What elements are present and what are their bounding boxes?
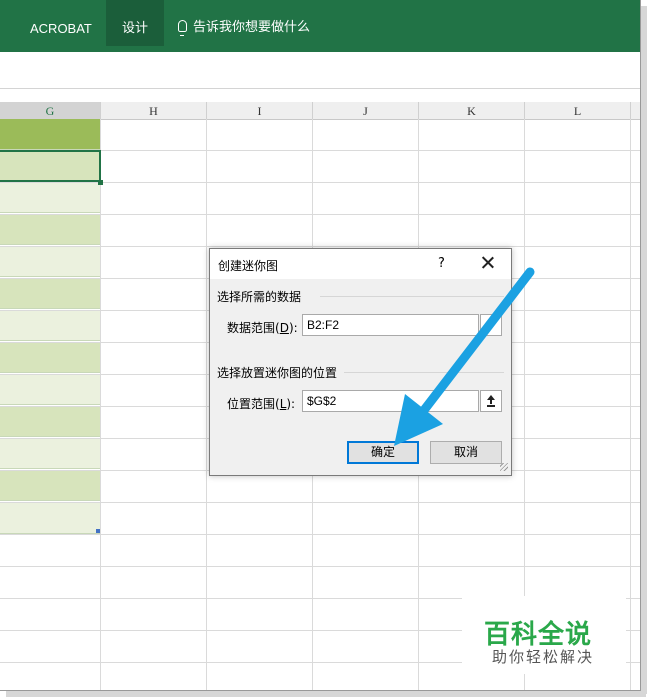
grid-line (0, 534, 640, 535)
cell-g3[interactable] (0, 182, 100, 213)
resize-grip-icon[interactable] (500, 463, 508, 471)
lightbulb-icon (178, 19, 187, 36)
grid-line (0, 214, 640, 215)
cell-g7[interactable] (0, 310, 100, 341)
active-cell-g2[interactable] (0, 150, 101, 182)
location-range-label: 位置范围(L): (227, 397, 296, 411)
excel-window: ACROBAT 设计 告诉我你想要做什么 G H I J K L 创建迷你图 ?… (0, 0, 641, 691)
section-divider (344, 372, 504, 373)
cell-g1[interactable] (0, 119, 100, 150)
tab-design[interactable]: 设计 (106, 0, 164, 46)
tell-me-search[interactable]: 告诉我你想要做什么 (178, 16, 311, 36)
data-range-collapse-button[interactable] (480, 314, 502, 336)
grid-line (630, 119, 631, 690)
grid-line (0, 182, 640, 183)
column-header-l[interactable]: L (525, 102, 631, 119)
tell-me-text: 告诉我你想要做什么 (193, 20, 311, 35)
cell-g9[interactable] (0, 374, 100, 405)
section-label-data: 选择所需的数据 (217, 290, 302, 304)
grid-line (0, 502, 640, 503)
column-header-k[interactable]: K (419, 102, 525, 119)
collapse-arrow-icon (487, 319, 495, 324)
section-divider (320, 296, 504, 297)
column-header-j[interactable]: J (313, 102, 419, 119)
location-range-input[interactable]: $G$2 (302, 390, 479, 412)
location-range-collapse-button[interactable] (480, 390, 502, 412)
close-icon[interactable] (478, 253, 498, 273)
ribbon-bar: ACROBAT 设计 告诉我你想要做什么 (0, 0, 640, 52)
grid-line (206, 119, 207, 690)
column-headers: G H I J K L (0, 102, 640, 120)
cell-g11[interactable] (0, 438, 100, 469)
grid-line (100, 119, 101, 690)
cell-g10[interactable] (0, 406, 100, 437)
formula-bar (0, 52, 640, 117)
watermark-slogan: 助你轻松解决 (492, 648, 595, 666)
dialog-title: 创建迷你图 (218, 259, 279, 273)
grid-line (0, 246, 640, 247)
screenshot-shadow-bottom (6, 691, 646, 697)
cell-g8[interactable] (0, 342, 100, 373)
cell-g13[interactable] (0, 502, 100, 534)
cell-g5[interactable] (0, 246, 100, 277)
grid-line (0, 566, 640, 567)
help-button[interactable]: ? (438, 256, 445, 271)
fill-handle[interactable] (98, 180, 103, 185)
arrow-base (487, 405, 495, 407)
cell-g6[interactable] (0, 278, 100, 309)
tab-acrobat[interactable]: ACROBAT (30, 0, 92, 46)
screenshot-shadow-right (641, 6, 647, 694)
column-header-g[interactable]: G (0, 102, 101, 119)
range-corner-marker (96, 529, 100, 533)
ok-button[interactable]: 确定 (347, 441, 419, 464)
data-range-input[interactable]: B2:F2 (302, 314, 479, 336)
cell-g12[interactable] (0, 470, 100, 501)
section-label-location: 选择放置迷你图的位置 (217, 366, 338, 380)
column-header-i[interactable]: I (207, 102, 313, 119)
cancel-button[interactable]: 取消 (430, 441, 502, 464)
watermark: 百科全说 助你轻松解决 (462, 596, 626, 674)
cell-g4[interactable] (0, 214, 100, 245)
arrow-stem (490, 400, 492, 404)
data-range-label: 数据范围(D): (227, 321, 298, 335)
dialog-titlebar: 创建迷你图 ? (210, 249, 511, 279)
column-header-h[interactable]: H (101, 102, 207, 119)
create-sparklines-dialog: 创建迷你图 ? 选择所需的数据 数据范围(D): B2:F2 选择放置迷你图的位… (209, 248, 512, 476)
